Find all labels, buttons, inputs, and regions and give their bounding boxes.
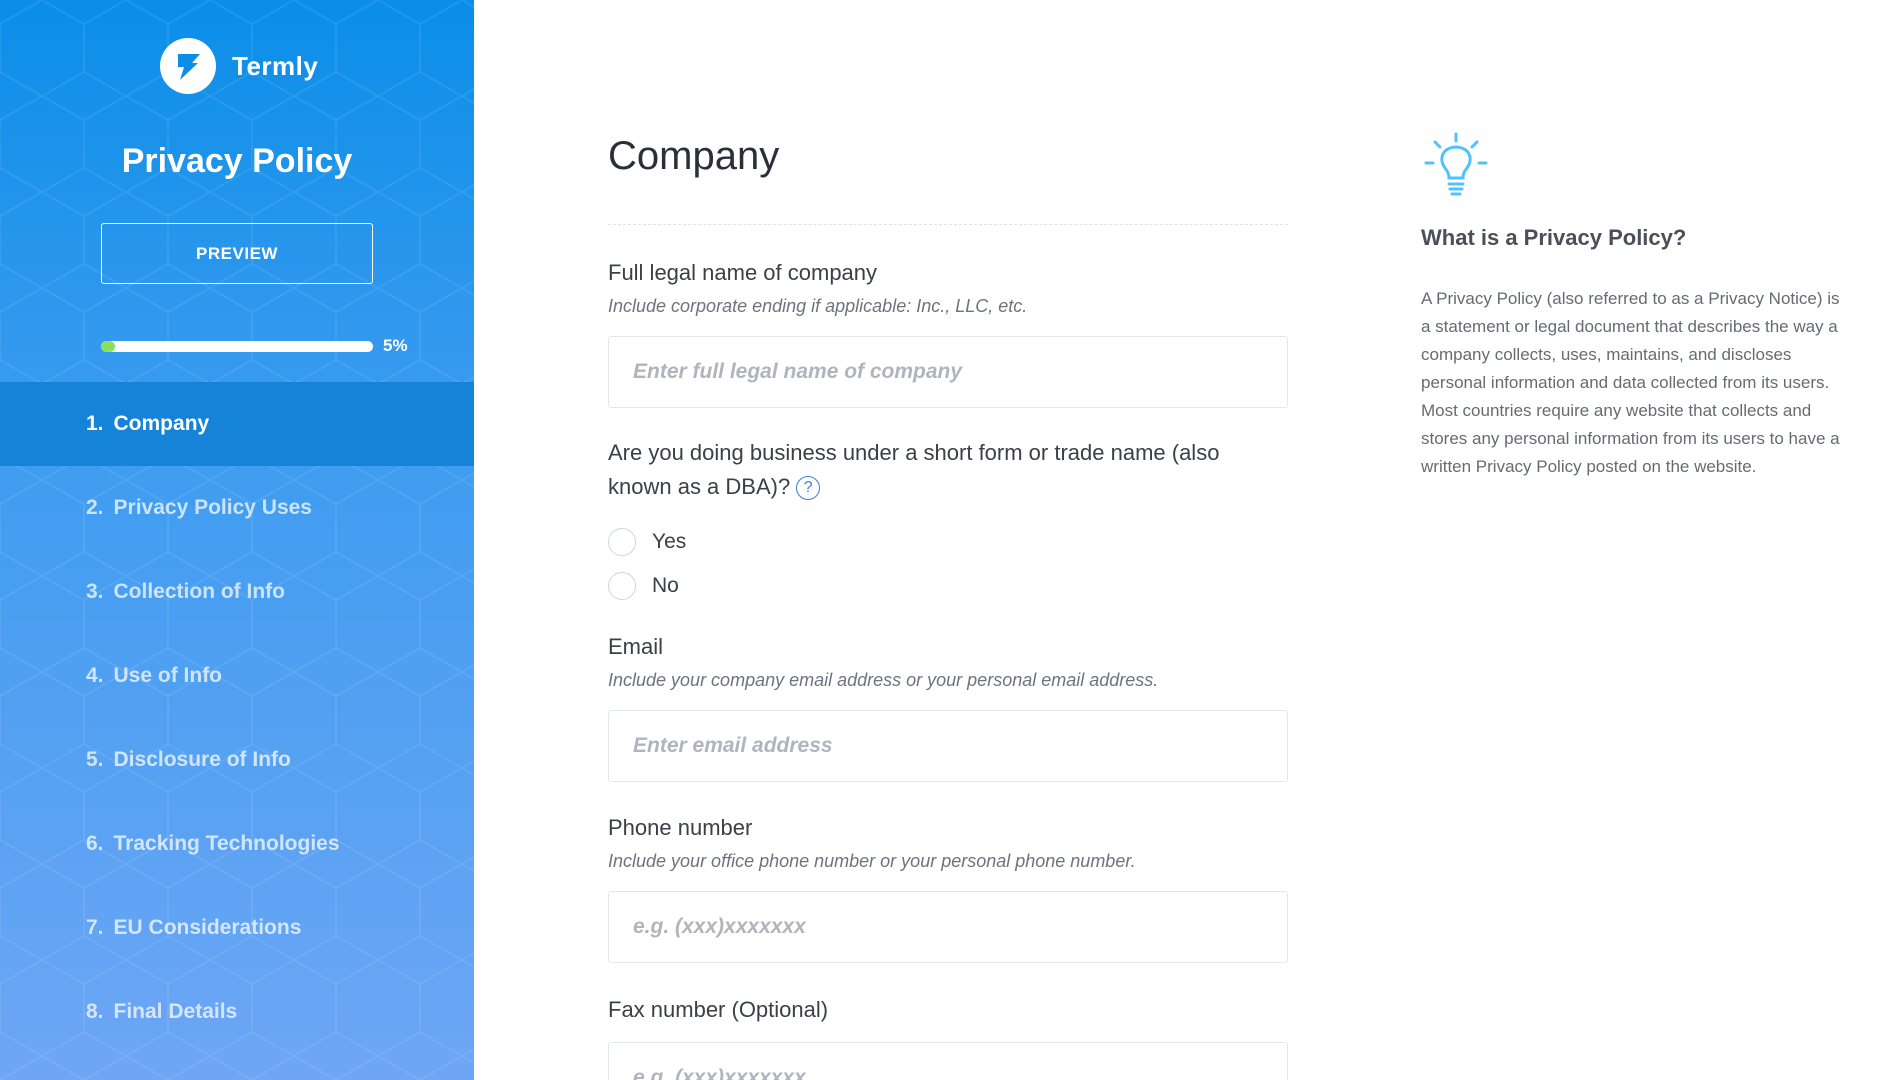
help-icon[interactable]: ? (796, 476, 821, 501)
preview-button[interactable]: PREVIEW (101, 223, 373, 284)
phone-hint: Include your office phone number or your… (608, 851, 1136, 871)
step-label: Collection of Info (113, 580, 285, 603)
step-label: Disclosure of Info (113, 748, 291, 771)
radio-circle[interactable] (608, 572, 636, 600)
step-eu-considerations[interactable]: 7. EU Considerations (0, 886, 474, 970)
step-privacy-policy-uses[interactable]: 2. Privacy Policy Uses (0, 466, 474, 550)
brand[interactable]: Termly (160, 38, 318, 94)
brand-name: Termly (232, 50, 319, 81)
step-label: Privacy Policy Uses (113, 496, 312, 519)
email-input[interactable] (608, 710, 1288, 782)
info-body: A Privacy Policy (also referred to as a … (1421, 289, 1840, 476)
termly-logo-icon (160, 38, 216, 94)
step-label: EU Considerations (113, 916, 302, 939)
email-label: Email (608, 634, 664, 659)
step-final-details[interactable]: 8. Final Details (0, 970, 474, 1054)
lightbulb-icon (1424, 132, 1488, 196)
progress-fill (101, 340, 115, 352)
step-collection-of-info[interactable]: 3. Collection of Info (0, 550, 474, 634)
form-main: Company Full legal name of company Inclu… (608, 0, 1288, 1080)
dba-radio-yes[interactable]: Yes (608, 528, 686, 556)
progress-track (101, 340, 373, 352)
progress-label: 5% (383, 336, 408, 355)
fax-label: Fax number (Optional) (608, 997, 829, 1022)
info-title: What is a Privacy Policy? (1421, 225, 1687, 250)
step-company[interactable]: 1. Company (0, 382, 474, 466)
company-name-label: Full legal name of company (608, 260, 878, 285)
fax-input[interactable] (608, 1042, 1288, 1080)
phone-label: Phone number (608, 815, 753, 840)
phone-input[interactable] (608, 891, 1288, 963)
company-name-input[interactable] (608, 336, 1288, 408)
company-name-hint: Include corporate ending if applicable: … (608, 296, 1028, 316)
dba-question: Are you doing business under a short for… (608, 440, 1220, 501)
info-panel: What is a Privacy Policy? A Privacy Poli… (1421, 130, 1841, 476)
step-label: Tracking Technologies (113, 832, 340, 855)
divider (608, 224, 1288, 225)
step-tracking-technologies[interactable]: 6. Tracking Technologies (0, 802, 474, 886)
radio-label: Yes (652, 530, 687, 553)
step-use-of-info[interactable]: 4. Use of Info (0, 634, 474, 718)
steps-nav: 1. Company 2. Privacy Policy Uses 3. Col… (0, 382, 474, 1054)
step-label: Company (113, 412, 210, 435)
radio-label: No (652, 574, 679, 597)
step-label: Final Details (113, 1000, 238, 1023)
sidebar: Termly Privacy Policy PREVIEW 5% 1. Comp… (0, 0, 474, 1080)
progress: 5% (101, 336, 408, 356)
page-title: Company (608, 134, 780, 178)
step-label: Use of Info (113, 664, 223, 687)
email-hint: Include your company email address or yo… (608, 670, 1159, 690)
step-disclosure-of-info[interactable]: 5. Disclosure of Info (0, 718, 474, 802)
sidebar-title: Privacy Policy (121, 142, 353, 180)
dba-radio-no[interactable]: No (608, 572, 679, 600)
radio-circle[interactable] (608, 528, 636, 556)
